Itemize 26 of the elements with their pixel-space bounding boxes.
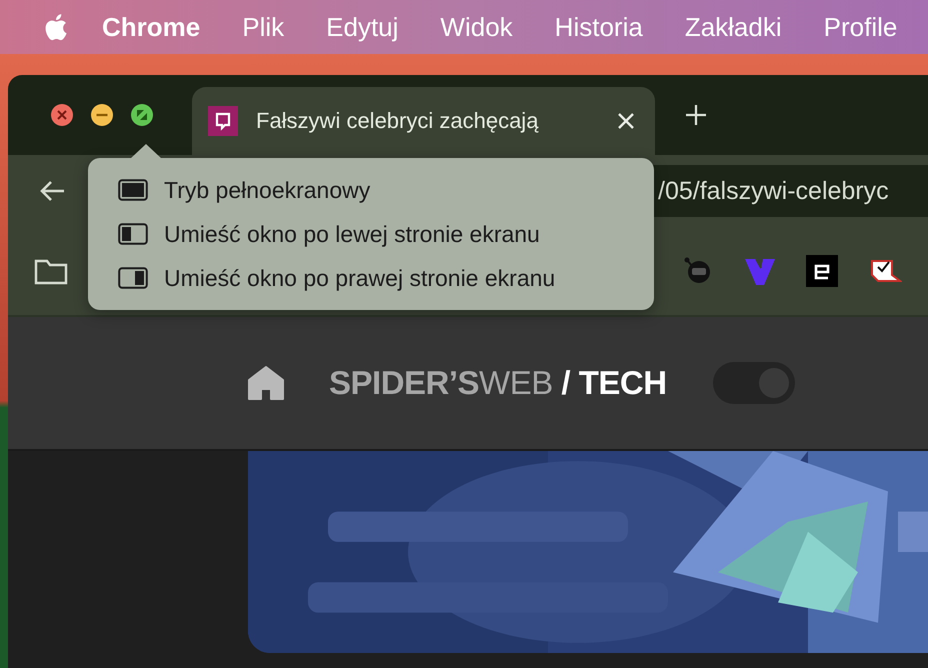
site-favicon-icon xyxy=(208,106,238,136)
window-layout-icon xyxy=(118,267,148,289)
menu-bar-item[interactable]: Widok xyxy=(440,12,513,42)
site-logo[interactable]: SPIDER’SWEB / TECH xyxy=(329,364,667,402)
back-arrow-icon[interactable] xyxy=(38,179,66,203)
new-tab-icon[interactable] xyxy=(685,104,707,126)
folder-icon[interactable] xyxy=(34,257,68,285)
fullscreen-icon[interactable] xyxy=(130,103,154,127)
menu-item[interactable]: Tryb pełnoekranowy xyxy=(88,168,654,212)
menu-bar-item[interactable]: Edytuj xyxy=(326,12,398,42)
menu-item[interactable]: Umieść okno po prawej stronie ekranu xyxy=(88,256,654,300)
window-layout-icon xyxy=(118,223,148,245)
menu-item[interactable]: Umieść okno po lewej stronie ekranu xyxy=(88,212,654,256)
menu-bar-item[interactable]: Historia xyxy=(554,12,643,42)
window-layout-icon xyxy=(118,179,148,201)
e-logo-icon[interactable] xyxy=(806,255,838,287)
minimize-icon[interactable] xyxy=(90,103,114,127)
home-icon[interactable] xyxy=(247,365,285,401)
tab-title: Fałszywi celebryci zachęcają xyxy=(256,108,540,134)
close-tab-icon[interactable] xyxy=(617,112,635,130)
menu-bar-item[interactable]: Chrome xyxy=(102,12,200,42)
close-icon[interactable] xyxy=(50,103,74,127)
browser-tab[interactable]: Fałszywi celebryci zachęcają xyxy=(192,87,655,155)
menu-bar-item[interactable]: Zakładki xyxy=(684,12,782,42)
menu-bar-item[interactable]: Profile xyxy=(824,12,898,42)
menu-bar-item[interactable]: Plik xyxy=(242,12,284,42)
